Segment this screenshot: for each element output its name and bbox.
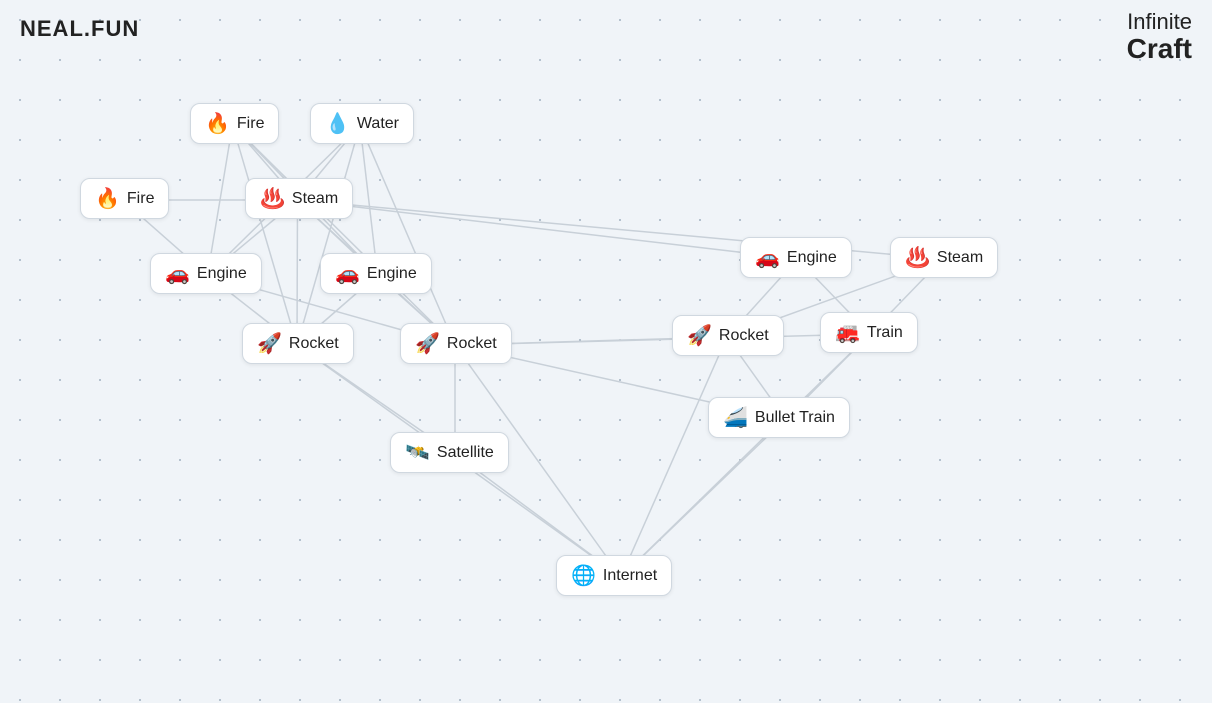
fire1-emoji: 🔥: [205, 111, 230, 136]
rocket3-label: Rocket: [719, 327, 769, 345]
rocket2-label: Rocket: [447, 335, 497, 353]
fire1-label: Fire: [237, 115, 265, 133]
node-bullettrain1[interactable]: 🚄 Bullet Train: [708, 397, 850, 438]
bullettrain1-emoji: 🚄: [723, 405, 748, 430]
connection-fire1-rocket1: [233, 125, 298, 345]
node-fire1[interactable]: 🔥 Fire: [190, 103, 279, 144]
engine3-label: Engine: [787, 249, 837, 267]
fire2-label: Fire: [127, 190, 155, 208]
rocket3-emoji: 🚀: [687, 323, 712, 348]
engine1-emoji: 🚗: [165, 261, 190, 286]
node-water1[interactable]: 💧 Water: [310, 103, 414, 144]
connection-water1-rocket2: [360, 125, 455, 345]
node-fire2[interactable]: 🔥 Fire: [80, 178, 169, 219]
node-train1[interactable]: 🚒 Train: [820, 312, 918, 353]
steam2-label: Steam: [937, 249, 983, 267]
engine2-label: Engine: [367, 265, 417, 283]
infinite-text: Infinite: [1127, 10, 1192, 34]
node-rocket2[interactable]: 🚀 Rocket: [400, 323, 512, 364]
engine1-label: Engine: [197, 265, 247, 283]
craft-text: Craft: [1127, 34, 1192, 65]
node-satellite1[interactable]: 🛰️ Satellite: [390, 432, 509, 473]
rocket2-emoji: 🚀: [415, 331, 440, 356]
steam1-emoji: ♨️: [260, 186, 285, 211]
node-engine1[interactable]: 🚗 Engine: [150, 253, 262, 294]
water1-label: Water: [357, 115, 399, 133]
logo-neal: NEAL.FUN: [20, 16, 139, 42]
steam2-emoji: ♨️: [905, 245, 930, 270]
node-engine2[interactable]: 🚗 Engine: [320, 253, 432, 294]
train1-emoji: 🚒: [835, 320, 860, 345]
node-internet1[interactable]: 🌐 Internet: [556, 555, 672, 596]
engine3-emoji: 🚗: [755, 245, 780, 270]
satellite1-label: Satellite: [437, 444, 494, 462]
connection-water1-rocket1: [297, 125, 360, 345]
connections-svg: [0, 0, 1212, 703]
node-rocket1[interactable]: 🚀 Rocket: [242, 323, 354, 364]
bullettrain1-label: Bullet Train: [755, 409, 835, 427]
node-steam2[interactable]: ♨️ Steam: [890, 237, 998, 278]
fire2-emoji: 🔥: [95, 186, 120, 211]
node-steam1[interactable]: ♨️ Steam: [245, 178, 353, 219]
engine2-emoji: 🚗: [335, 261, 360, 286]
water1-emoji: 💧: [325, 111, 350, 136]
logo-infinite-craft: Infinite Craft: [1127, 10, 1192, 65]
connection-steam1-engine3: [298, 200, 798, 259]
rocket1-emoji: 🚀: [257, 331, 282, 356]
connection-rocket3-internet1: [621, 337, 727, 577]
train1-label: Train: [867, 324, 903, 342]
steam1-label: Steam: [292, 190, 338, 208]
connection-fire1-rocket2: [233, 125, 456, 345]
rocket1-label: Rocket: [289, 335, 339, 353]
connection-bullettrain1-internet1: [621, 419, 786, 577]
connection-train1-internet1: [621, 334, 870, 577]
internet1-emoji: 🌐: [571, 563, 596, 588]
node-engine3[interactable]: 🚗 Engine: [740, 237, 852, 278]
node-rocket3[interactable]: 🚀 Rocket: [672, 315, 784, 356]
connection-rocket2-train1: [455, 334, 870, 345]
satellite1-emoji: 🛰️: [405, 440, 430, 465]
internet1-label: Internet: [603, 567, 657, 585]
